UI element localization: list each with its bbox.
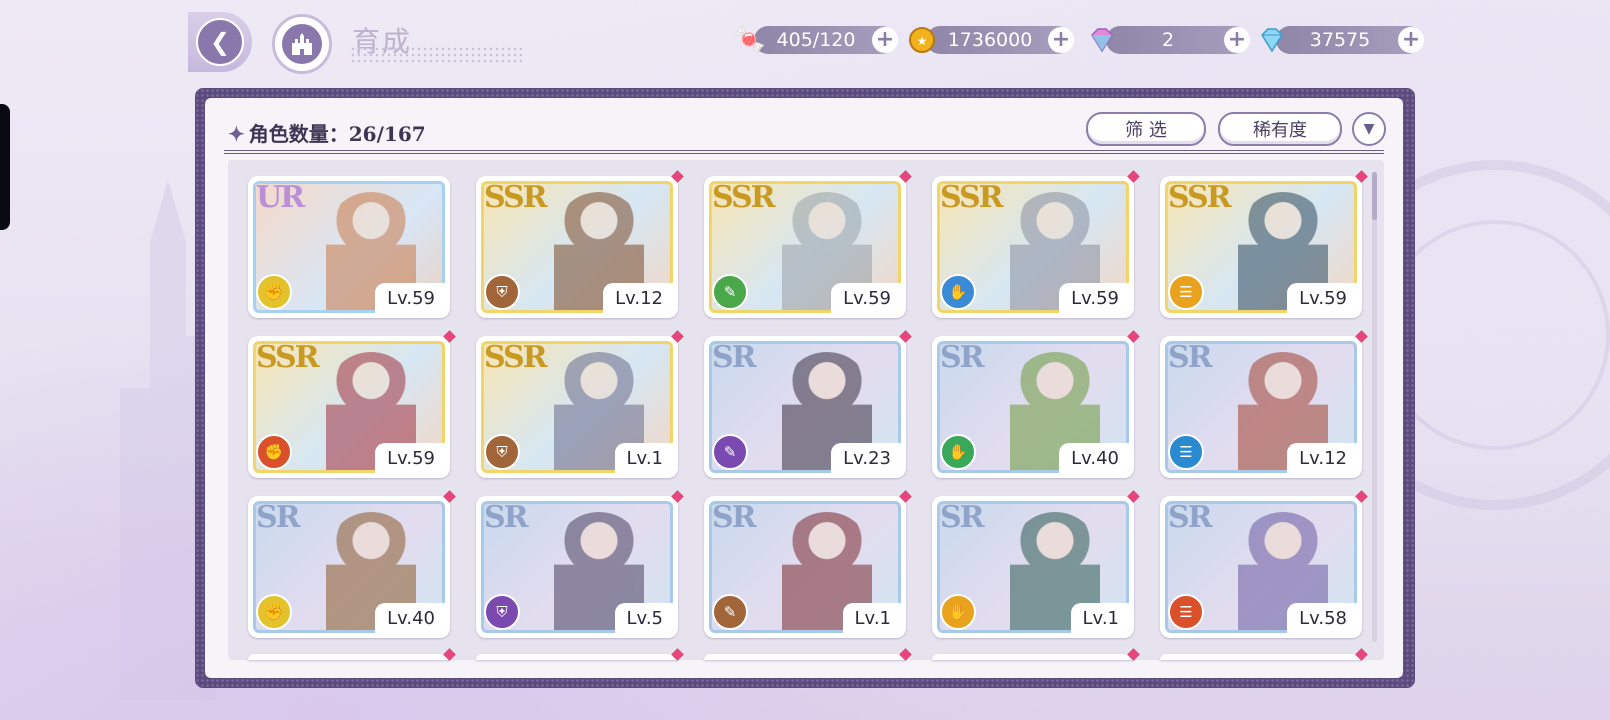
rarity-label: SR [712, 500, 757, 535]
level-label: Lv.1 [1070, 603, 1129, 633]
diamond-icon [1254, 22, 1290, 58]
gold-counter: ★ 1736000 + [909, 26, 1074, 54]
class-icon: ✎ [712, 594, 748, 630]
character-card[interactable]: SR ☰ Lv.12 [1160, 330, 1368, 478]
rainbow-gem-icon [1084, 22, 1120, 58]
level-label: Lv.1 [842, 603, 901, 633]
character-card[interactable]: SSR ⛨ Lv.1 [476, 330, 684, 478]
character-card[interactable] [476, 648, 684, 661]
class-icon: ☰ [1168, 594, 1204, 630]
rarity-label: SR [256, 500, 301, 535]
character-card[interactable]: SR ✋ Lv.40 [932, 330, 1140, 478]
character-card[interactable]: SR ✎ Lv.1 [704, 490, 912, 638]
gem-value: 37575 [1309, 29, 1371, 51]
rarity-label: SR [484, 500, 529, 535]
character-card[interactable]: SSR ✎ Lv.59 [704, 170, 912, 318]
paid-gem-counter: 2 + [1091, 26, 1250, 54]
rarity-label: SR [712, 340, 757, 375]
rarity-label: SSR [1168, 180, 1232, 215]
home-button[interactable] [272, 14, 332, 74]
rarity-label: SSR [484, 340, 548, 375]
rarity-label: SSR [712, 180, 776, 215]
level-label: Lv.58 [1287, 603, 1357, 633]
paid-gem-value: 2 [1161, 29, 1175, 51]
character-card[interactable] [704, 648, 912, 661]
rarity-label: UR [256, 180, 305, 215]
add-stamina-button[interactable]: + [872, 27, 898, 53]
rarity-label: SSR [940, 180, 1004, 215]
level-label: Lv.5 [614, 603, 673, 633]
filter-button[interactable]: 筛 选 [1086, 112, 1206, 146]
stamina-value: 405/120 [776, 29, 856, 51]
character-card[interactable]: SR ✊ Lv.40 [248, 490, 456, 638]
svg-text:★: ★ [917, 34, 928, 48]
add-gem-button[interactable]: + [1398, 27, 1424, 53]
level-label: Lv.59 [375, 283, 445, 313]
back-arrow-icon: ❮ [196, 18, 244, 66]
level-label: Lv.40 [1059, 443, 1129, 473]
rarity-label: SSR [256, 340, 320, 375]
character-card[interactable]: SR ☰ Lv.58 [1160, 490, 1368, 638]
rarity-label: SR [1168, 500, 1213, 535]
rarity-label: SR [940, 340, 985, 375]
class-icon: ✎ [712, 274, 748, 310]
level-label: Lv.23 [831, 443, 901, 473]
class-icon: ✊ [256, 274, 292, 310]
class-icon: ⛨ [484, 274, 520, 310]
sparkle-icon: ✦ [228, 122, 245, 146]
side-drawer-tab[interactable] [0, 104, 10, 230]
level-label: Lv.59 [1287, 283, 1357, 313]
scrollbar-thumb[interactable] [1372, 172, 1377, 220]
gem-counter: 37575 + [1261, 26, 1424, 54]
grid-scrollbar[interactable] [1372, 172, 1377, 642]
class-icon: ⛨ [484, 594, 520, 630]
title-decoration [350, 46, 522, 64]
add-paid-gem-button[interactable]: + [1224, 27, 1250, 53]
level-label: Lv.59 [831, 283, 901, 313]
class-icon: ✋ [940, 594, 976, 630]
class-icon: ✊ [256, 434, 292, 470]
castle-icon [282, 24, 322, 64]
character-card[interactable] [248, 648, 456, 661]
level-label: Lv.59 [1059, 283, 1129, 313]
level-label: Lv.1 [614, 443, 673, 473]
level-label: Lv.12 [1287, 443, 1357, 473]
coin-icon: ★ [904, 22, 940, 58]
sort-rarity-button[interactable]: 稀有度 [1218, 112, 1342, 146]
class-icon: ⛨ [484, 434, 520, 470]
gold-value: 1736000 [947, 29, 1033, 51]
character-card[interactable]: SR ✎ Lv.23 [704, 330, 912, 478]
stamina-counter: 🍬 405/120 + [734, 25, 898, 55]
character-count: ✦ 角色数量：26/167 [228, 118, 426, 147]
character-card[interactable] [932, 648, 1140, 661]
candy-icon: 🍬 [733, 25, 767, 55]
class-icon: ☰ [1168, 274, 1204, 310]
back-button[interactable]: ❮ [188, 12, 252, 72]
character-card[interactable]: SSR ✋ Lv.59 [932, 170, 1140, 318]
character-card[interactable]: SSR ⛨ Lv.12 [476, 170, 684, 318]
class-icon: ✋ [940, 434, 976, 470]
class-icon: ☰ [1168, 434, 1204, 470]
character-card[interactable] [1160, 648, 1368, 661]
class-icon: ✎ [712, 434, 748, 470]
rarity-label: SR [1168, 340, 1213, 375]
level-label: Lv.59 [375, 443, 445, 473]
character-card[interactable]: SR ⛨ Lv.5 [476, 490, 684, 638]
level-label: Lv.12 [603, 283, 673, 313]
header-divider [224, 150, 1384, 154]
character-card[interactable]: SSR ☰ Lv.59 [1160, 170, 1368, 318]
character-card[interactable]: SR ✋ Lv.1 [932, 490, 1140, 638]
class-icon: ✋ [940, 274, 976, 310]
character-card[interactable]: SSR ✊ Lv.59 [248, 330, 456, 478]
character-count-text: 角色数量：26/167 [248, 122, 426, 146]
sort-order-toggle[interactable]: ▼ [1352, 112, 1386, 146]
character-card[interactable]: UR ✊ Lv.59 [248, 176, 450, 318]
rarity-label: SSR [484, 180, 548, 215]
level-label: Lv.40 [375, 603, 445, 633]
class-icon: ✊ [256, 594, 292, 630]
add-gold-button[interactable]: + [1048, 27, 1074, 53]
chevron-down-icon: ▼ [1363, 121, 1375, 137]
rarity-label: SR [940, 500, 985, 535]
